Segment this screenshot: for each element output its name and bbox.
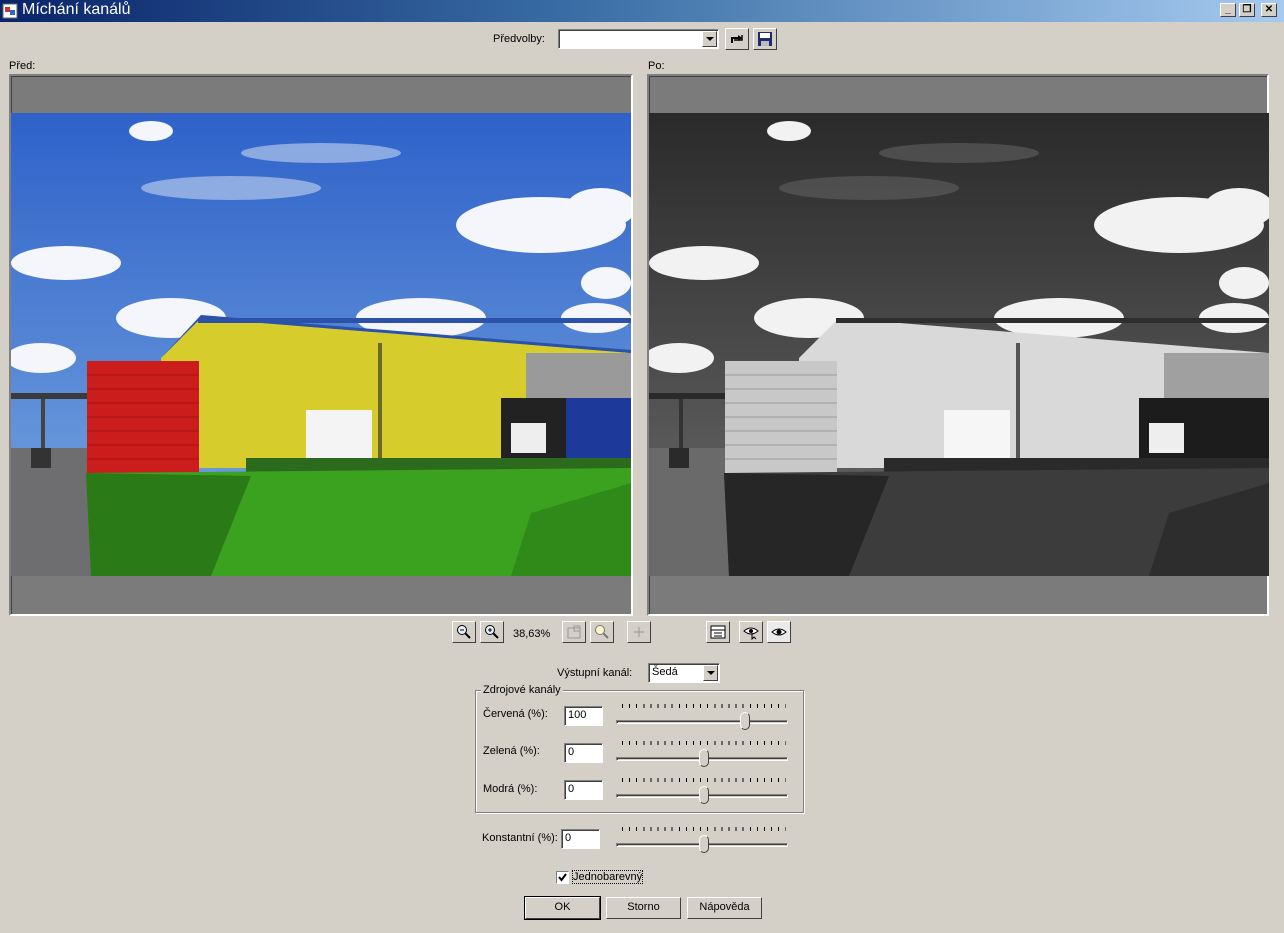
zoom-out-icon [457, 625, 471, 639]
blue-label: Modrá (%): [483, 783, 538, 795]
floppy-disk-icon [758, 32, 772, 46]
red-slider[interactable] [616, 702, 792, 732]
slider-ticks [622, 704, 786, 708]
window-title: Míchání kanálů [22, 1, 131, 18]
red-label: Červená (%): [483, 708, 548, 720]
checkmark-icon [558, 873, 567, 882]
constant-label: Konstantní (%): [482, 832, 558, 844]
constant-input[interactable]: 0 [561, 829, 600, 849]
presets-dropdown[interactable] [558, 29, 719, 49]
source-channels-title: Zdrojové kanály [481, 684, 563, 696]
slider-thumb[interactable] [699, 749, 709, 767]
ok-button[interactable]: OK [524, 896, 601, 920]
slider-ticks [622, 741, 786, 745]
save-preset-button[interactable] [753, 28, 777, 50]
presets-label: Předvolby: [493, 33, 545, 45]
after-image [649, 113, 1269, 576]
eye-pointer-icon [743, 627, 759, 640]
constant-slider[interactable] [616, 825, 792, 855]
zoom-out-button[interactable] [452, 621, 476, 643]
chevron-down-icon[interactable] [702, 31, 717, 47]
output-channel-label: Výstupní kanál: [557, 667, 633, 679]
split-view-button[interactable] [706, 621, 730, 643]
output-channel-dropdown[interactable]: Šedá [648, 663, 720, 683]
zoom-in-button[interactable] [480, 621, 504, 643]
after-preview[interactable] [647, 74, 1269, 616]
zoom-fit-button[interactable] [562, 621, 586, 643]
preview-toggle-button[interactable] [739, 621, 763, 643]
slider-ticks [622, 778, 786, 782]
split-view-icon [710, 625, 726, 639]
help-button[interactable]: Nápověda [687, 897, 762, 919]
load-preset-button[interactable] [725, 28, 749, 50]
eye-icon [771, 628, 787, 636]
slider-thumb[interactable] [699, 786, 709, 804]
green-label: Zelená (%): [483, 745, 540, 757]
green-input[interactable]: 0 [564, 743, 603, 763]
blue-slider[interactable] [616, 776, 792, 806]
minimize-button[interactable]: _ [1220, 3, 1236, 17]
zoom-level: 38,63% [513, 628, 551, 640]
green-slider[interactable] [616, 739, 792, 769]
before-image [11, 113, 631, 576]
restore-button[interactable]: ❐ [1239, 3, 1255, 17]
pan-button[interactable] [627, 621, 651, 643]
slider-track [616, 720, 788, 724]
before-preview[interactable] [9, 74, 633, 616]
red-input[interactable]: 100 [564, 706, 603, 726]
cancel-button[interactable]: Storno [606, 897, 681, 919]
before-label: Před: [9, 60, 36, 72]
slider-thumb[interactable] [740, 712, 750, 730]
title-bar: Míchání kanálů _ ❐ ✕ [0, 0, 1284, 22]
monochrome-checkbox[interactable] [556, 871, 569, 884]
zoom-actual-button[interactable] [590, 621, 614, 643]
monochrome-label[interactable]: Jednobarevný [571, 870, 644, 884]
blue-input[interactable]: 0 [564, 780, 603, 800]
chevron-down-icon[interactable] [703, 665, 718, 681]
app-icon [2, 3, 18, 19]
output-channel-value: Šedá [652, 666, 678, 678]
slider-thumb[interactable] [699, 835, 709, 853]
preview-button[interactable] [767, 621, 791, 643]
after-label: Po: [648, 60, 665, 72]
zoom-in-icon [485, 625, 499, 639]
slider-ticks [622, 827, 786, 831]
fit-window-icon [567, 625, 581, 639]
load-icon [731, 35, 743, 43]
close-button[interactable]: ✕ [1261, 3, 1277, 17]
zoom-actual-icon [595, 625, 609, 639]
move-icon [634, 627, 644, 637]
